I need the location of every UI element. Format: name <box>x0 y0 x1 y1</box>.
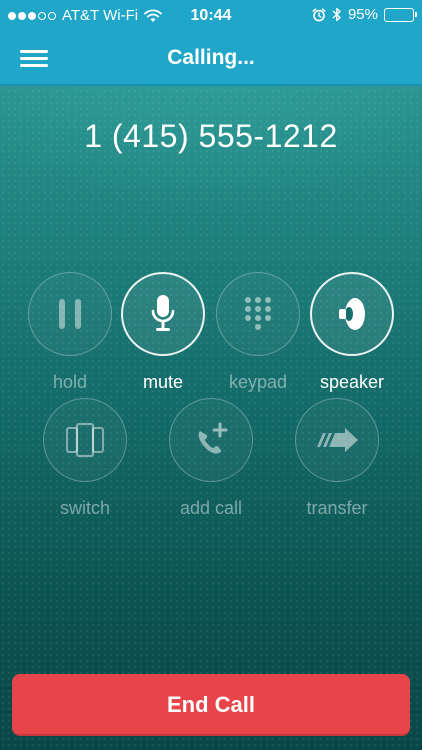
keypad-button[interactable] <box>216 272 300 356</box>
keypad-control[interactable]: keypad <box>216 272 300 393</box>
mute-button[interactable] <box>121 272 205 356</box>
speaker-label: speaker <box>319 372 385 392</box>
bluetooth-icon <box>332 7 341 22</box>
speaker-icon <box>339 298 365 330</box>
hold-control[interactable]: hold <box>28 272 112 393</box>
speaker-button[interactable] <box>310 272 394 356</box>
switch-control[interactable]: switch <box>43 398 127 519</box>
battery-percent: 95% <box>347 6 378 23</box>
phone-number: 1 (415) 555-1212 <box>84 118 338 154</box>
switch-label: switch <box>59 498 110 518</box>
add-call-icon <box>198 422 228 454</box>
battery-icon <box>384 7 417 22</box>
mute-control[interactable]: mute <box>121 272 205 393</box>
microphone-icon <box>151 295 175 331</box>
transfer-label: transfer <box>306 498 368 518</box>
switch-button[interactable] <box>43 398 127 482</box>
add-call-label: add call <box>179 498 243 518</box>
transfer-arrow-icon <box>317 428 358 452</box>
transfer-control[interactable]: transfer <box>295 398 379 519</box>
speaker-control[interactable]: speaker <box>310 272 394 393</box>
add-call-button[interactable] <box>169 398 253 482</box>
keypad-icon <box>245 297 271 330</box>
end-call-button[interactable]: End Call <box>12 674 410 736</box>
nav-bar: Calling... <box>0 32 422 86</box>
call-screen: AT&T Wi-Fi 10:44 95% Calling... 1 (415) … <box>0 0 422 750</box>
switch-devices-icon <box>66 422 104 458</box>
status-right: 95% <box>312 6 417 23</box>
hold-button[interactable] <box>28 272 112 356</box>
transfer-button[interactable] <box>295 398 379 482</box>
page-title: Calling... <box>167 46 255 69</box>
pause-icon <box>59 299 81 329</box>
add-call-control[interactable]: add call <box>169 398 253 519</box>
alarm-clock-icon <box>312 7 326 21</box>
status-bar: AT&T Wi-Fi 10:44 95% <box>0 0 422 32</box>
